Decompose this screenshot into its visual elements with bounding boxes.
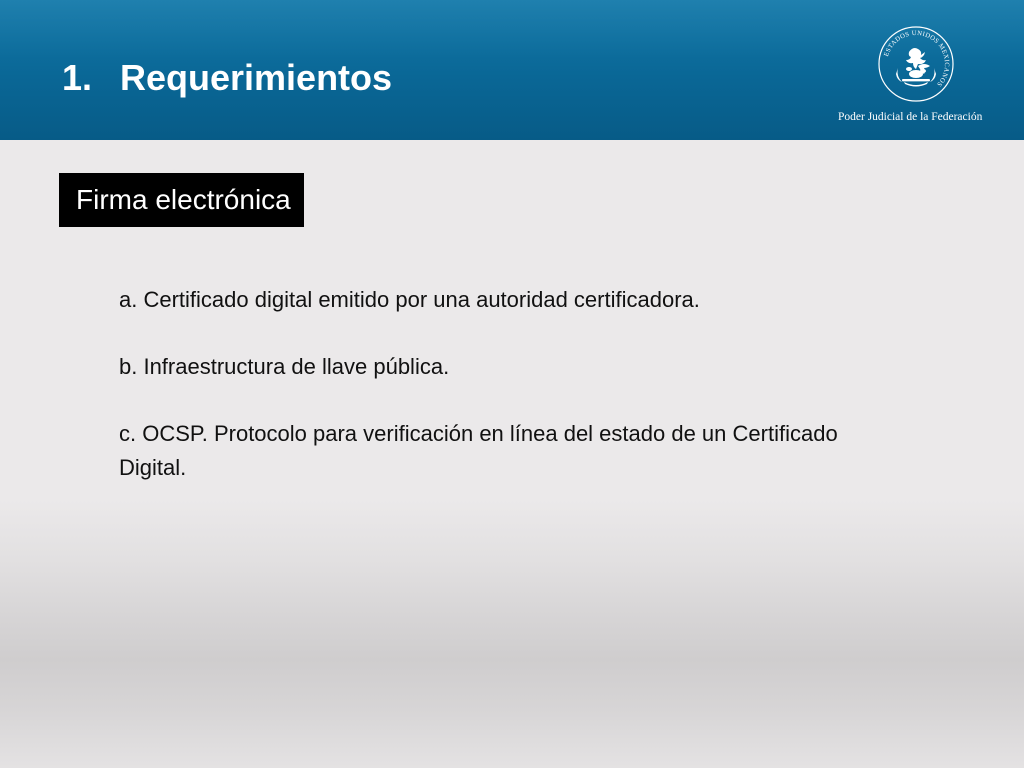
- coat-of-arms-icon: ESTADOS UNIDOS MEXICANOS: [878, 26, 954, 102]
- slide-title: 1. Requerimientos: [62, 50, 392, 106]
- header-banner: 1. Requerimientos ESTADOS UNIDOS MEXICAN…: [0, 0, 1024, 140]
- organization-name: Poder Judicial de la Federación: [838, 111, 983, 123]
- list-item: c. OCSP. Protocolo para verificación en …: [119, 421, 838, 480]
- list-item: a. Certificado digital emitido por una a…: [119, 287, 700, 312]
- title-text: Requerimientos: [120, 57, 393, 98]
- section-badge: Firma electrónica: [59, 173, 304, 227]
- list-item: b. Infraestructura de llave pública.: [119, 354, 450, 379]
- slide: 1. Requerimientos ESTADOS UNIDOS MEXICAN…: [0, 0, 1024, 768]
- title-number: 1.: [62, 57, 93, 98]
- requirements-list: a. Certificado digital emitido por una a…: [119, 283, 879, 518]
